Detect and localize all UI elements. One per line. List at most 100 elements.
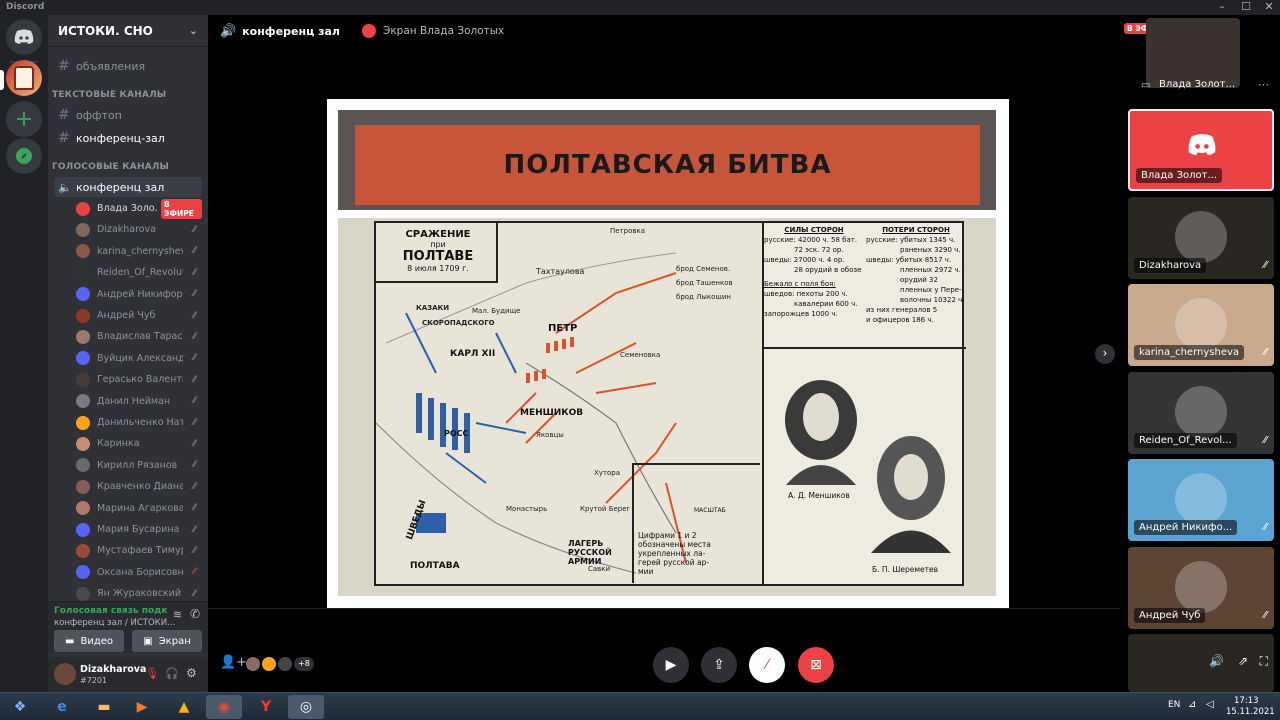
map-label: брод Семенов. <box>676 265 731 273</box>
map-label: Хутора <box>594 469 621 477</box>
home-discord-icon[interactable] <box>6 19 42 55</box>
participant-tile[interactable]: Андрей Чуб ⁄⁄ <box>1128 547 1274 629</box>
channel-conference-text[interactable]: # конференц-зал <box>54 128 202 148</box>
mic-muted-icon: ⁄ <box>765 657 769 673</box>
internet-explorer-icon[interactable]: e <box>44 695 80 719</box>
voice-user[interactable]: Владислав Тарасов ⁄⁄ <box>76 327 202 346</box>
voice-user[interactable]: Влада Золо... В ЭФИРЕ <box>76 198 202 219</box>
voice-user[interactable]: Данильченко Ната... ⁄⁄ <box>76 413 202 432</box>
video-button[interactable]: ▬ Видео <box>54 630 124 652</box>
participants-strip[interactable]: +8 <box>246 657 314 671</box>
voice-user-name: Dizakharova <box>97 224 157 236</box>
losses-title: ПОТЕРИ СТОРОН <box>882 226 950 234</box>
map-caption-line: ПОЛТАВЕ <box>402 249 474 264</box>
screen-share-button[interactable]: ⇪ <box>701 647 737 683</box>
category-text[interactable]: ТЕКСТОВЫЕ КАНАЛЫ <box>52 90 166 100</box>
stream-preview-name: Влада Золот... <box>1159 79 1236 90</box>
chrome-icon[interactable]: ◉ <box>206 695 242 719</box>
gear-icon[interactable]: ⚙ <box>186 666 197 680</box>
network-icon[interactable]: ⊿ <box>1188 699 1196 710</box>
voice-user[interactable]: Вуйцик Александр ⁄⁄ <box>76 349 202 368</box>
participant-tile[interactable]: 🔊 ⇗ ⛶ <box>1128 634 1274 692</box>
mic-muted-icon: ⁄⁄ <box>192 588 196 599</box>
server-istoki-icon[interactable] <box>6 60 42 96</box>
volume-icon[interactable]: 🔊 <box>1209 654 1224 668</box>
voice-user[interactable]: Андрей Никифоров ⁄⁄ <box>76 285 202 304</box>
voice-user[interactable]: Reiden_Of_Revoluti... ⁄⁄ <box>76 263 202 282</box>
camera-toggle-button[interactable]: ▶ <box>653 647 689 683</box>
voice-user[interactable]: Dizakharova ⁄⁄ <box>76 220 202 239</box>
minimize-button[interactable]: – <box>1211 0 1233 15</box>
voice-user[interactable]: Герасько Валентин ⁄⁄ <box>76 370 202 389</box>
avatar <box>76 586 90 601</box>
preview-options-icon[interactable]: ⋯ <box>1258 78 1269 91</box>
speaker-icon: 🔈 <box>58 180 72 194</box>
map-label: КАРЛ XII <box>450 349 496 359</box>
voice-user[interactable]: Андрей Чуб ⁄⁄ <box>76 306 202 325</box>
disconnect-icon[interactable]: ✆ <box>190 607 200 621</box>
voice-user[interactable]: Мустафаев Тимур ... ⁄⁄ <box>76 541 202 560</box>
mic-muted-icon: ⁄⁄ <box>192 310 196 321</box>
losses-block: ПОТЕРИ СТОРОН русские: убитых 1345 ч. ра… <box>866 225 966 325</box>
app-triangle-icon[interactable]: ▲ <box>166 695 202 719</box>
clock-date[interactable]: 15.11.2021 <box>1226 707 1275 717</box>
close-window-button[interactable]: ✕ <box>1258 0 1280 15</box>
voice-user[interactable]: Кравченко Диана ⁄⁄ <box>76 477 202 496</box>
participant-tile[interactable]: Dizakharova ⁄⁄ <box>1128 196 1274 279</box>
stream-preview[interactable] <box>1146 18 1240 88</box>
map-caption: СРАЖЕНИЕ при ПОЛТАВЕ 8 июля 1709 г. <box>384 229 492 273</box>
voice-user[interactable]: Мария Бусарина ⁄⁄ <box>76 520 202 539</box>
avatar[interactable] <box>54 663 76 685</box>
voice-user[interactable]: Каринка ⁄⁄ <box>76 434 202 453</box>
popout-icon[interactable]: ⇗ <box>1238 654 1248 668</box>
slide-title-band: ПОЛТАВСКАЯ БИТВА <box>338 110 996 210</box>
participant-tile[interactable]: Влада Золот... <box>1128 109 1274 191</box>
voice-user[interactable]: Марина Агаркова ⁄⁄ <box>76 499 202 518</box>
voice-user[interactable]: Оксана Борисовна ⁄⁄ <box>76 563 202 582</box>
file-explorer-icon[interactable]: ▬ <box>86 695 122 719</box>
channel-announcements[interactable]: # объявления <box>54 56 202 76</box>
start-button-icon[interactable]: ❖ <box>2 695 38 719</box>
server-header[interactable]: ИСТОКИ. СНО ⌄ <box>48 15 208 47</box>
participant-tile[interactable]: karina_chernysheva ⁄⁄ <box>1128 284 1274 367</box>
server-list: + <box>0 15 48 692</box>
volume-tray-icon[interactable]: ◁ <box>1206 699 1214 710</box>
fled-line: запорожцев 1000 ч. <box>764 310 838 318</box>
invite-user-icon[interactable]: 👤+ <box>220 655 247 670</box>
legend-line: мии <box>638 567 654 576</box>
map-label: МЕНШИКОВ <box>520 408 584 418</box>
stream-avatar-icon <box>361 24 376 38</box>
mic-muted-icon: ⁄⁄ <box>192 331 196 342</box>
leave-stream-button[interactable]: ⊠ <box>798 647 834 683</box>
voice-location[interactable]: конференц зал / ИСТОКИ... <box>54 618 175 628</box>
headphones-icon[interactable]: 🎧 <box>165 667 179 680</box>
expand-tiles-chevron-icon[interactable]: › <box>1095 344 1115 364</box>
discord-taskbar-icon[interactable]: ◎ <box>288 695 324 719</box>
voice-user[interactable]: karina_chernysheva ⁄⁄ <box>76 242 202 261</box>
voice-user[interactable]: Данил Нейман ⁄⁄ <box>76 392 202 411</box>
mute-mic-icon[interactable]: 🎙 <box>145 667 159 680</box>
category-voice[interactable]: ГОЛОСОВЫЕ КАНАЛЫ <box>52 162 169 172</box>
mute-button[interactable]: ⁄ <box>749 647 785 683</box>
yandex-browser-icon[interactable]: Y <box>248 695 284 719</box>
avatar <box>76 372 90 387</box>
participant-name: karina_chernysheva <box>1134 345 1245 361</box>
fullscreen-icon[interactable]: ⛶ <box>1260 654 1268 669</box>
noise-suppression-icon[interactable]: ≋ <box>173 608 182 621</box>
mic-muted-icon: ⁄⁄ <box>1263 522 1267 534</box>
maximize-button[interactable]: ☐ <box>1235 0 1257 15</box>
media-player-icon[interactable]: ▶ <box>124 695 160 719</box>
participant-tile[interactable]: Reiden_Of_Revol... ⁄⁄ <box>1128 371 1274 454</box>
stream-preview-icon: ▭ <box>1141 80 1151 91</box>
channel-offtop[interactable]: # оффтоп <box>54 105 202 125</box>
clock-time[interactable]: 17:13 <box>1234 696 1259 706</box>
language-indicator[interactable]: EN <box>1168 700 1180 710</box>
explore-compass-icon[interactable] <box>6 138 42 174</box>
participant-tile[interactable]: Андрей Никифо... ⁄⁄ <box>1128 459 1274 542</box>
screen-button[interactable]: ▣ Экран <box>132 630 202 652</box>
voice-channel-conference[interactable]: 🔈 конференц зал <box>54 177 202 197</box>
mic-muted-icon: ⁄⁄ <box>192 503 196 514</box>
add-server-icon[interactable]: + <box>6 101 42 137</box>
voice-user[interactable]: Кирилл Рязанов ⁄⁄ <box>76 456 202 475</box>
map-label: брод Лыкошин <box>676 293 731 301</box>
